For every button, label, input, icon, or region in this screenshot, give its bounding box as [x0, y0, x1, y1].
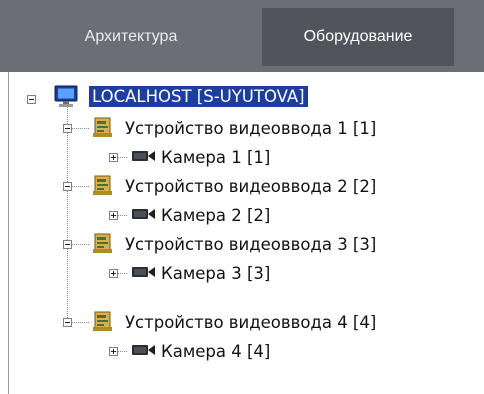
expand-toggle[interactable] — [109, 153, 118, 162]
tree-item-camera-3[interactable]: Камера 3 [3] — [161, 259, 270, 287]
expand-toggle[interactable] — [109, 211, 118, 220]
tree-item-label: Устройство видеоввода 3 [3] — [125, 234, 377, 254]
camera-icon — [132, 267, 155, 277]
tree-item-device-2[interactable]: Устройство видеоввода 2 [2] — [125, 172, 376, 200]
expand-toggle[interactable] — [109, 347, 118, 356]
video-capture-board-icon — [93, 117, 112, 137]
hardware-tree: LOCALHOST [S-UYUTOVA] Устройство видеовв… — [9, 72, 484, 394]
tree-item-device-3[interactable]: Устройство видеоввода 3 [3] — [125, 230, 376, 258]
collapse-toggle[interactable] — [63, 182, 72, 191]
video-capture-board-icon — [93, 233, 112, 253]
camera-icon — [132, 209, 155, 219]
tree-item-label: Устройство видеоввода 1 [1] — [125, 118, 377, 138]
tree-item-label: Камера 2 [2] — [161, 205, 271, 225]
tab-architecture[interactable]: Архитектура — [12, 8, 250, 66]
collapse-toggle[interactable] — [63, 318, 72, 327]
tree-item-label: Камера 1 [1] — [161, 147, 271, 167]
tree-item-device-4[interactable]: Устройство видеоввода 4 [4] — [125, 308, 376, 336]
monitor-icon — [54, 85, 78, 107]
tree-item-label: Устройство видеоввода 4 [4] — [125, 312, 377, 332]
tree-line — [67, 106, 68, 322]
tree-item-label: Камера 3 [3] — [161, 263, 271, 283]
camera-icon — [132, 151, 155, 161]
video-capture-board-icon — [93, 175, 112, 195]
collapse-toggle[interactable] — [63, 240, 72, 249]
tab-equipment[interactable]: Оборудование — [262, 8, 454, 66]
collapse-toggle[interactable] — [27, 95, 36, 104]
tab-bar: Архитектура Оборудование — [0, 0, 484, 72]
hardware-tree-panel: LOCALHOST [S-UYUTOVA] Устройство видеовв… — [8, 72, 484, 394]
tree-item-label: LOCALHOST [S-UYUTOVA] — [89, 85, 308, 107]
video-capture-board-icon — [93, 311, 112, 331]
tree-item-localhost[interactable]: LOCALHOST [S-UYUTOVA] — [89, 82, 308, 110]
tree-item-label: Камера 4 [4] — [161, 341, 271, 361]
camera-icon — [132, 345, 155, 355]
expand-toggle[interactable] — [109, 269, 118, 278]
collapse-toggle[interactable] — [63, 124, 72, 133]
tree-item-label: Устройство видеоввода 2 [2] — [125, 176, 377, 196]
tree-item-camera-2[interactable]: Камера 2 [2] — [161, 201, 270, 229]
tree-item-camera-4[interactable]: Камера 4 [4] — [161, 337, 270, 365]
tree-item-camera-1[interactable]: Камера 1 [1] — [161, 143, 270, 171]
tree-item-device-1[interactable]: Устройство видеоввода 1 [1] — [125, 114, 376, 142]
